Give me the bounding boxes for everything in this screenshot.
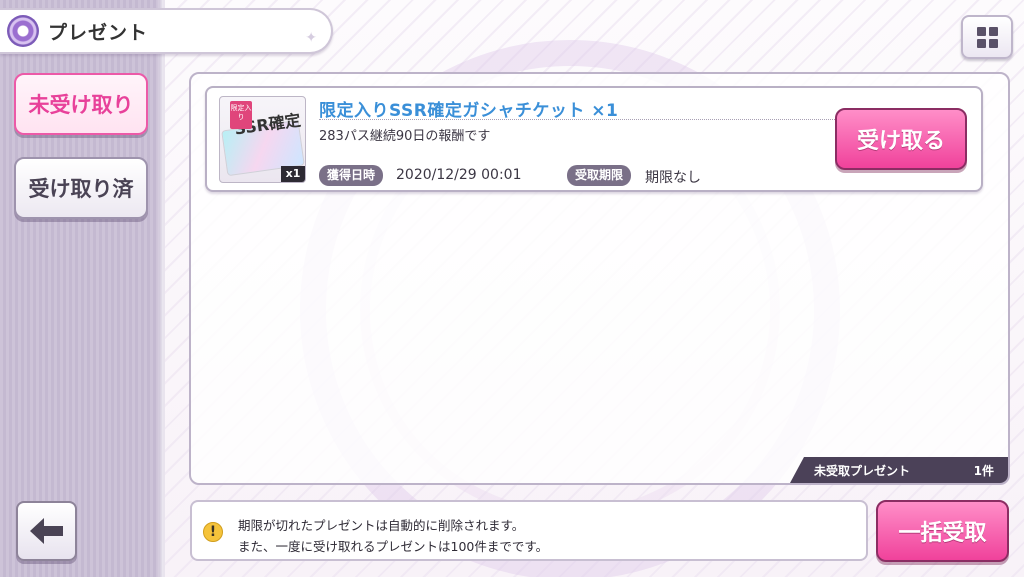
page-title: プレゼント xyxy=(48,21,149,44)
tab-received[interactable]: 受け取り済 xyxy=(14,157,148,219)
item-quantity-badge: x1 xyxy=(281,166,305,182)
warning-icon: ! xyxy=(203,522,223,542)
notice-box: ! 期限が切れたプレゼントは自動的に削除されます。 また、一度に受け取れるプレゼ… xyxy=(190,500,868,561)
item-name: 限定入りSSR確定ガシャチケット ×1 xyxy=(319,101,619,121)
item-thumbnail: SSR確定 限定入り x1 xyxy=(219,96,306,183)
list-item: SSR確定 限定入り x1 限定入りSSR確定ガシャチケット ×1 283パス継… xyxy=(205,86,983,192)
deadline-label: 受取期限 xyxy=(567,165,632,186)
present-screen: プレゼント ✦ 未受け取り 受け取り済 未受取プレゼント 1件 SSR確定 限定… xyxy=(0,0,1024,577)
grid-menu-icon xyxy=(976,26,998,48)
sparkle-icon: ✦ xyxy=(305,30,317,46)
menu-button[interactable] xyxy=(961,15,1013,59)
tab-unreceived[interactable]: 未受け取り xyxy=(14,73,148,135)
limited-badge: 限定入り xyxy=(230,101,252,129)
list-summary-label: 未受取プレゼント xyxy=(814,463,911,478)
acquired-value: 2020/12/29 00:01 xyxy=(396,167,522,183)
list-summary-count: 1件 xyxy=(973,463,994,478)
back-arrow-icon xyxy=(29,518,63,544)
back-button[interactable] xyxy=(16,501,77,561)
receive-button[interactable]: 受け取る xyxy=(835,108,967,170)
acquired-label: 獲得日時 xyxy=(319,165,384,186)
item-description: 283パス継続90日の報酬です xyxy=(319,129,491,144)
list-summary: 未受取プレゼント 1件 xyxy=(790,457,1008,483)
notice-line-1: 期限が切れたプレゼントは自動的に削除されます。 xyxy=(238,518,525,533)
page-header: プレゼント ✦ xyxy=(0,8,333,54)
deadline-value: 期限なし xyxy=(645,170,701,186)
bulk-receive-button[interactable]: 一括受取 xyxy=(876,500,1009,562)
present-emblem-icon xyxy=(7,15,39,47)
item-divider xyxy=(319,119,839,120)
notice-line-2: また、一度に受け取れるプレゼントは100件までです。 xyxy=(238,539,549,554)
